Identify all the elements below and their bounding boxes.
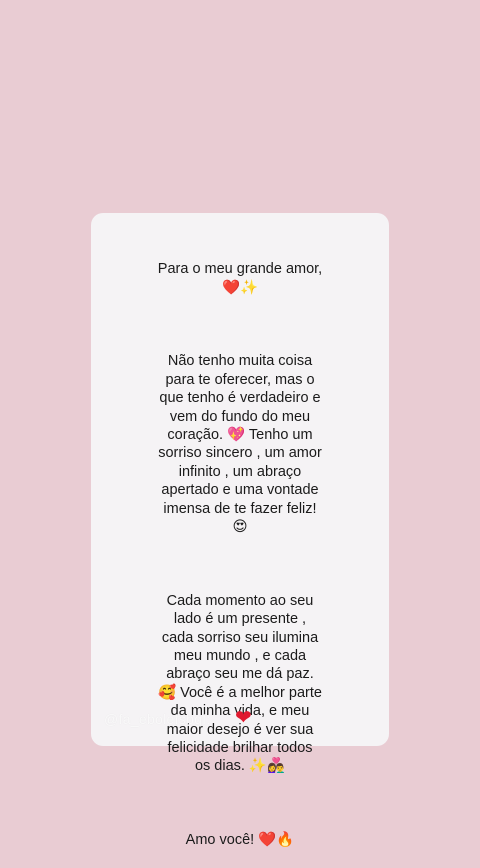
message-paragraph-1: Não tenho muita coisa para te oferecer, … (158, 353, 322, 536)
username-watermark: @fa_ebolefsbgf: (104, 711, 211, 727)
message-card: Para o meu grande amor, ❤️✨ Não tenho mu… (91, 213, 389, 848)
greeting-text: Para o meu grande amor, ❤️✨ (157, 261, 323, 296)
closing-text: Amo você! ❤️🔥 (185, 831, 295, 848)
heart-sticker-icon[interactable]: ❤ (235, 708, 252, 728)
message-paragraph-2: Cada momento ao seu lado é um presente ,… (158, 592, 322, 775)
